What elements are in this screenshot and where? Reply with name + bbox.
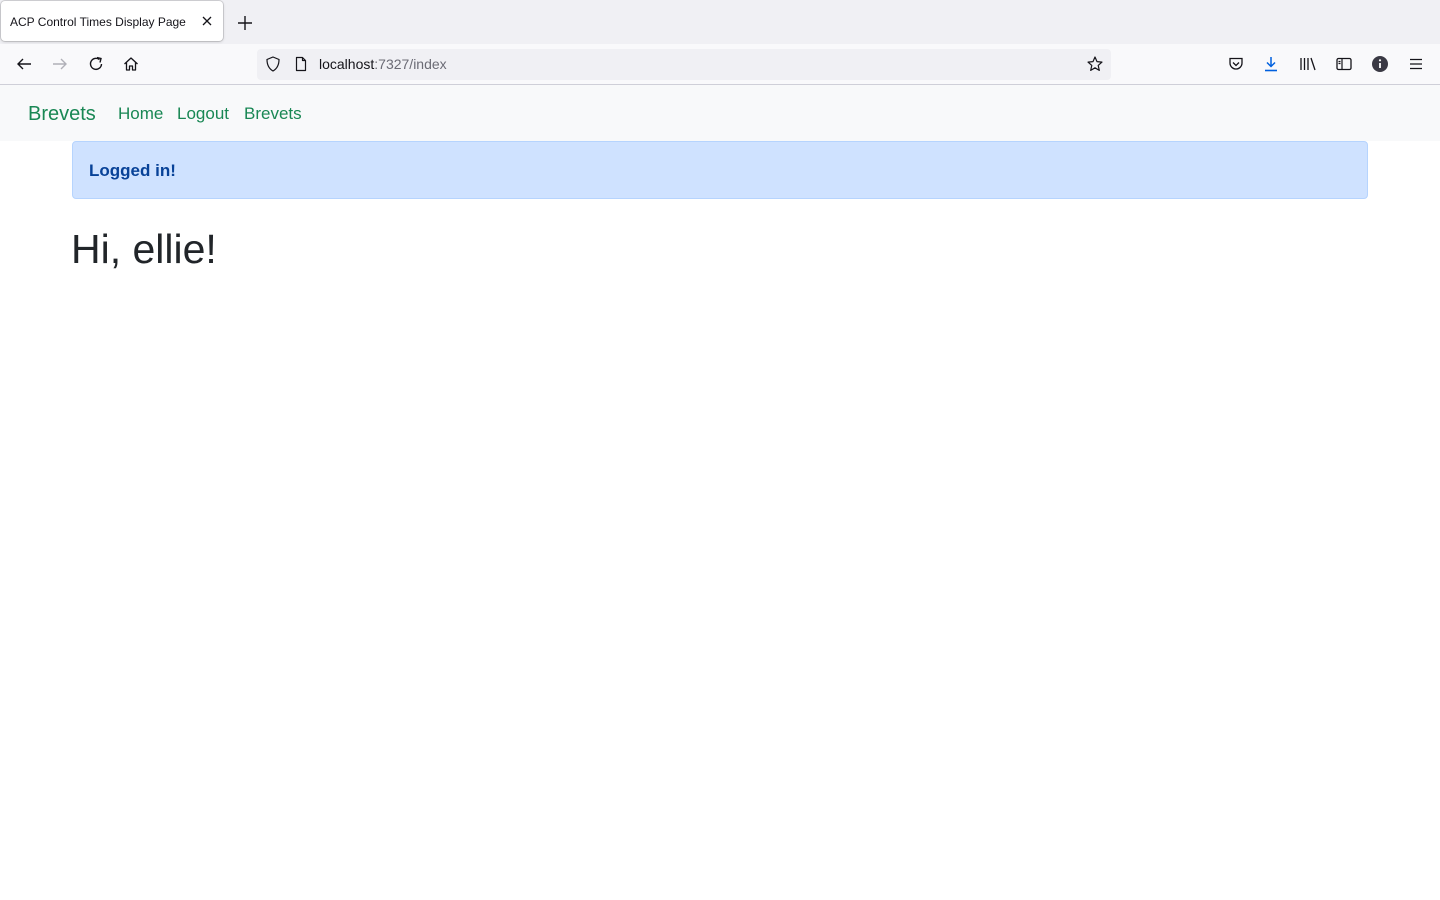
pocket-icon[interactable] (1224, 52, 1248, 76)
url-path: :7327/index (374, 56, 447, 72)
star-icon[interactable] (1083, 52, 1107, 76)
nav-link-logout[interactable]: Logout (177, 104, 229, 124)
page-title: Hi, ellie! (71, 226, 217, 272)
shield-icon[interactable] (261, 52, 285, 76)
close-icon[interactable] (197, 11, 217, 31)
home-icon[interactable] (119, 52, 143, 76)
library-icon[interactable] (1296, 52, 1320, 76)
navbar-brand[interactable]: Brevets (28, 103, 96, 126)
url-bar[interactable]: localhost:7327/index (257, 49, 1111, 80)
url-host: localhost (319, 56, 375, 72)
nav-link-brevets[interactable]: Brevets (244, 104, 302, 124)
page-icon (289, 52, 313, 76)
forward-arrow-icon[interactable] (48, 52, 72, 76)
browser-tab[interactable]: ACP Control Times Display Page (1, 1, 223, 41)
browser-toolbar: localhost:7327/index (0, 44, 1440, 85)
tab-title: ACP Control Times Display Page (10, 15, 186, 29)
tab-strip: ACP Control Times Display Page (0, 0, 1440, 44)
info-icon[interactable] (1368, 52, 1392, 76)
back-arrow-icon[interactable] (12, 52, 36, 76)
download-icon[interactable] (1259, 52, 1283, 76)
reload-icon[interactable] (84, 52, 108, 76)
url-text[interactable]: localhost:7327/index (319, 56, 447, 72)
site-navbar: Brevets Home Logout Brevets (0, 85, 1440, 141)
sidebar-icon[interactable] (1332, 52, 1356, 76)
flash-alert: Logged in! (72, 141, 1368, 199)
hamburger-menu-icon[interactable] (1404, 52, 1428, 76)
nav-link-home[interactable]: Home (118, 104, 163, 124)
alert-message: Logged in! (89, 161, 176, 180)
plus-icon[interactable] (234, 12, 256, 34)
